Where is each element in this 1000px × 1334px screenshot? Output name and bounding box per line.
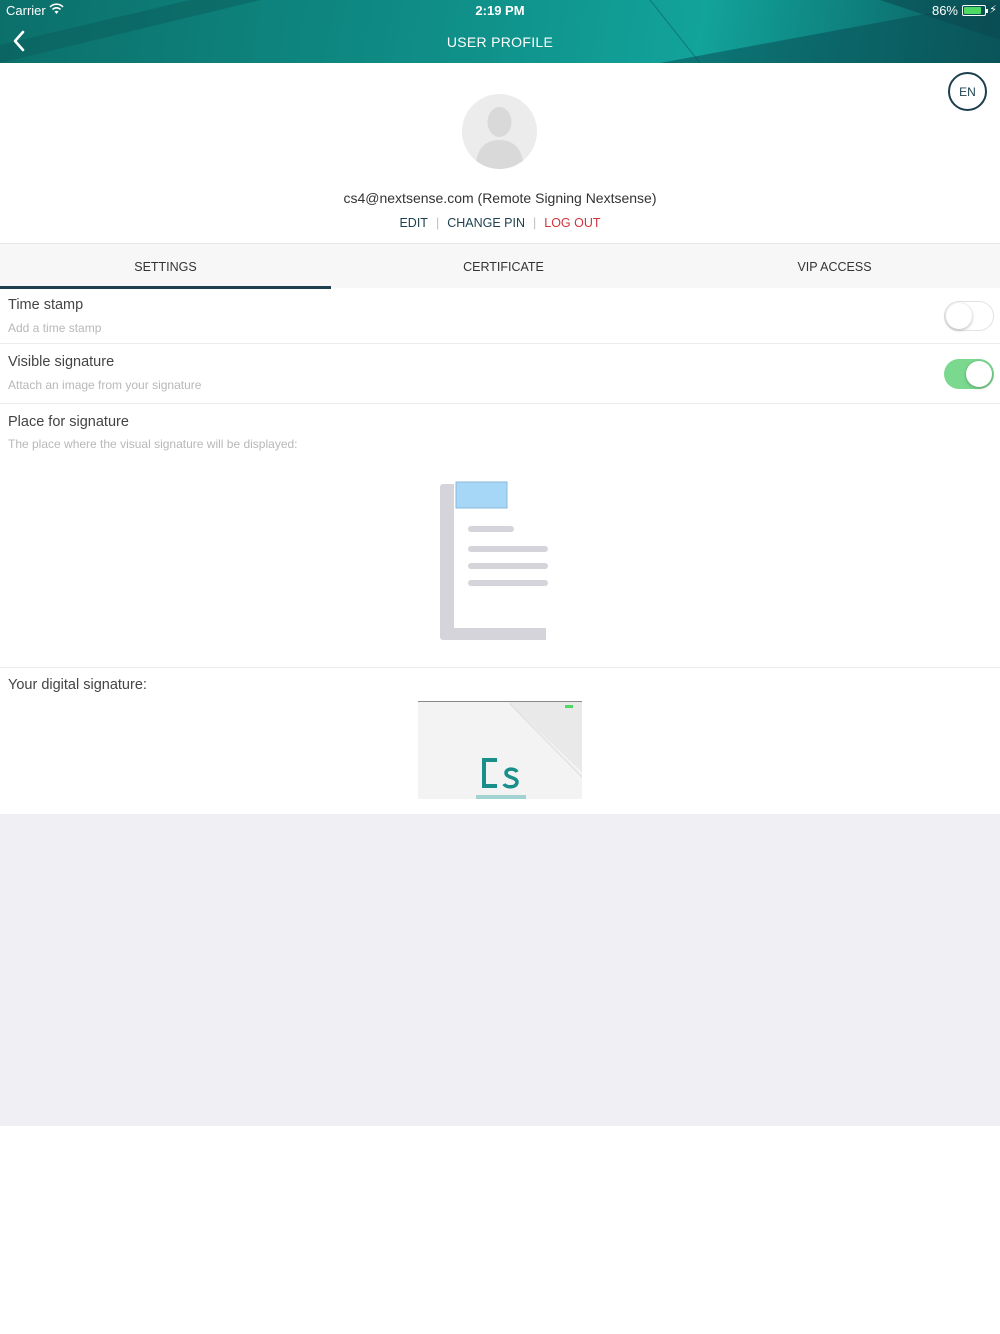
edit-link[interactable]: EDIT	[399, 216, 427, 230]
signature-position-box	[455, 481, 508, 509]
avatar[interactable]	[462, 94, 537, 169]
user-identity: cs4@nextsense.com (Remote Signing Nextse…	[343, 190, 657, 206]
page-title: USER PROFILE	[446, 34, 554, 50]
battery-icon	[962, 5, 988, 16]
visible-signature-title: Visible signature	[8, 354, 115, 370]
tab-bar: SETTINGS CERTIFICATE VIP ACCESS	[0, 243, 1000, 289]
logout-link[interactable]: LOG OUT	[544, 216, 600, 230]
visible-signature-subtitle: Attach an image from your signature	[8, 378, 202, 392]
change-pin-link[interactable]: CHANGE PIN	[447, 216, 525, 230]
digital-signature-image[interactable]	[418, 701, 582, 799]
status-time: 2:19 PM	[475, 3, 525, 18]
app-header: Carrier 2:19 PM 86% ⚡ USER PROFILE	[0, 0, 1000, 63]
tab-certificate[interactable]: CERTIFICATE	[338, 244, 669, 289]
signature-logo-image	[476, 702, 582, 799]
visible-signature-toggle[interactable]	[944, 359, 994, 389]
divider: |	[435, 216, 440, 230]
status-bar: Carrier 2:19 PM 86% ⚡	[0, 0, 1000, 22]
user-silhouette-icon	[475, 107, 524, 169]
placement-title: Place for signature	[8, 414, 129, 430]
visible-signature-row: Visible signature Attach an image from y…	[0, 344, 1000, 404]
signature-placement-document[interactable]	[438, 480, 552, 642]
toggle-knob	[966, 361, 992, 387]
tab-vip-access[interactable]: VIP ACCESS	[669, 244, 1000, 289]
time-stamp-row: Time stamp Add a time stamp	[0, 288, 1000, 344]
tab-settings[interactable]: SETTINGS	[0, 244, 331, 289]
digital-signature-title: Your digital signature:	[8, 677, 147, 693]
charging-icon: ⚡	[989, 4, 997, 16]
language-button[interactable]: EN	[948, 72, 987, 111]
battery-percent: 86%	[931, 3, 958, 18]
time-stamp-toggle[interactable]	[944, 301, 994, 331]
time-stamp-subtitle: Add a time stamp	[8, 321, 102, 335]
placement-subtitle: The place where the visual signature wil…	[8, 437, 298, 451]
time-stamp-title: Time stamp	[8, 297, 84, 313]
divider: |	[533, 216, 537, 230]
profile-actions: EDIT | CHANGE PIN | LOG OUT	[0, 216, 1000, 230]
toggle-knob	[946, 303, 972, 329]
empty-content-area	[0, 814, 1000, 1126]
